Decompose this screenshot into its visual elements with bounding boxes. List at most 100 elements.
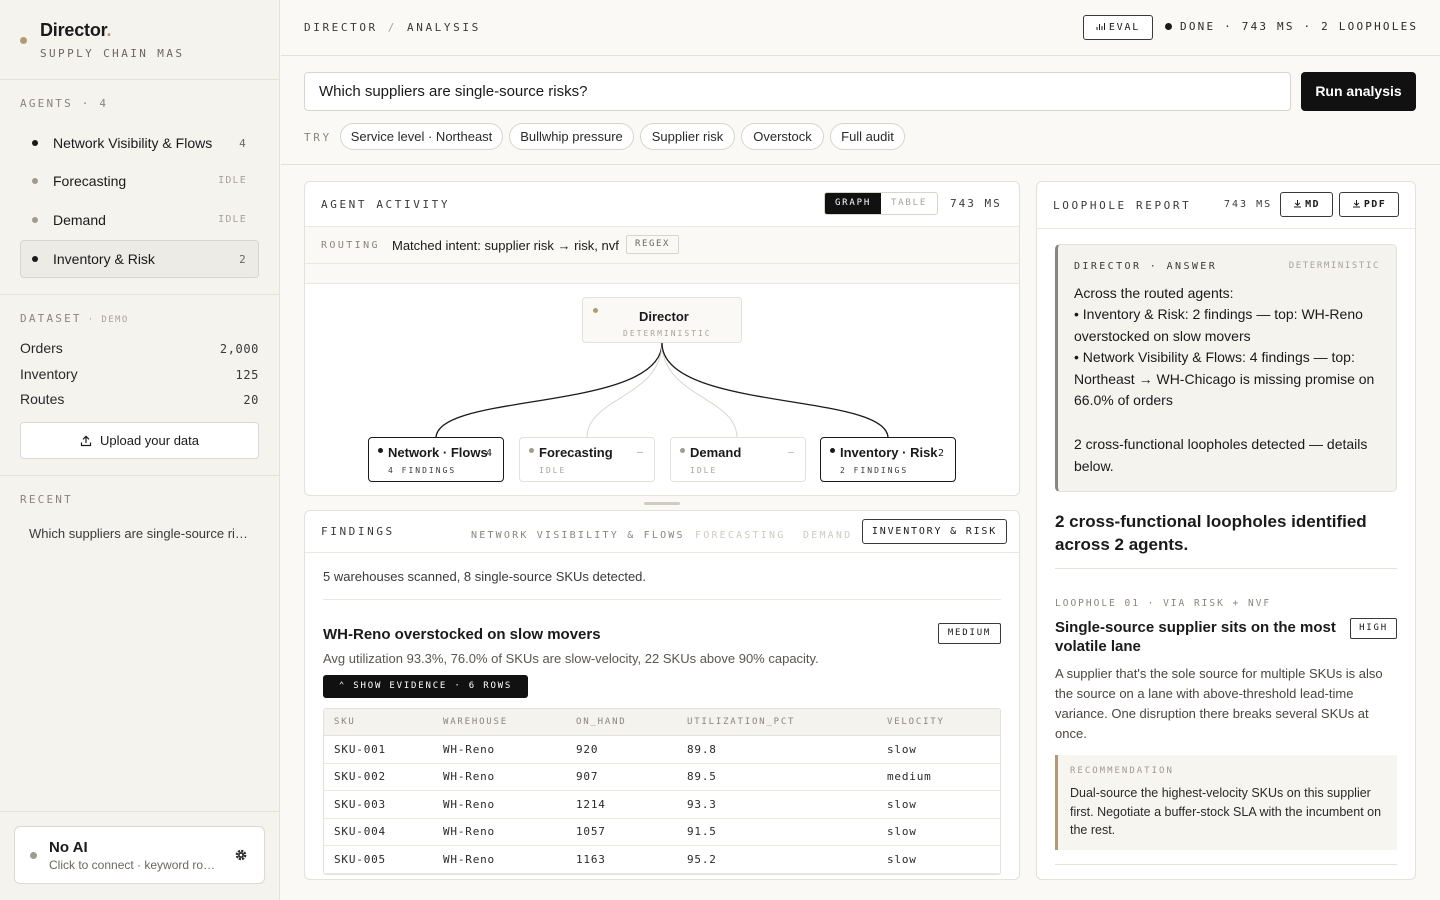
tab-demand[interactable]: DEMAND	[803, 530, 852, 541]
answer-label: DIRECTOR · ANSWER	[1074, 261, 1218, 272]
recent-query-item[interactable]: Which suppliers are single-source risks?	[29, 526, 251, 541]
tab-inventory-risk[interactable]: INVENTORY & RISK	[862, 519, 1007, 544]
report-separator	[1055, 864, 1397, 865]
sidebar-divider	[0, 811, 280, 812]
run-analysis-button[interactable]: Run analysis	[1301, 72, 1416, 111]
evidence-table: SKU WAREHOUSE ON_HAND UTILIZATION_PCT VE…	[323, 708, 1001, 875]
recent-label: RECENT	[20, 493, 73, 506]
sidebar-item-demand[interactable]: Demand IDLE	[20, 201, 259, 239]
sidebar-item-forecasting[interactable]: Forecasting IDLE	[20, 162, 259, 200]
column-header[interactable]: SKU	[324, 709, 433, 736]
ai-status-dot	[30, 852, 37, 859]
graph-node-demand[interactable]: Demand – IDLE	[670, 437, 806, 482]
node-dot	[593, 308, 598, 313]
sidebar-item-inventory-risk[interactable]: Inventory & Risk 2	[20, 240, 259, 278]
edge-inventory	[661, 342, 889, 439]
graph-node-network-flows[interactable]: Network · Flows 4 4 FINDINGS	[368, 437, 504, 482]
sidebar-divider	[0, 294, 280, 295]
suggestion-chip[interactable]: Supplier risk	[640, 123, 735, 150]
download-icon	[1294, 200, 1302, 208]
panel-title: FINDINGS	[321, 525, 395, 538]
recommendation-text: Dual-source the highest-velocity SKUs on…	[1070, 786, 1382, 837]
query-divider	[281, 164, 1440, 165]
edge-forecasting	[586, 342, 663, 439]
breadcrumb: DIRECTOR / ANALYSIS	[304, 21, 481, 34]
run-status: DONE · 743 MS · 2 LOOPHOLES	[1165, 20, 1418, 33]
agent-count: 2	[239, 253, 247, 266]
node-dot	[529, 448, 534, 453]
node-dot	[378, 448, 383, 453]
director-answer-card: DIRECTOR · ANSWER DETERMINISTIC Across t…	[1055, 244, 1397, 492]
resize-handle[interactable]	[644, 502, 680, 505]
ai-status-subtitle: Click to connect · keyword routing	[49, 858, 221, 872]
answer-tag: DETERMINISTIC	[1288, 261, 1380, 271]
suggestion-chip[interactable]: Service level · Northeast	[340, 123, 503, 150]
download-icon	[1352, 200, 1360, 208]
report-separator	[1055, 568, 1397, 569]
upload-data-button[interactable]: Upload your data	[20, 422, 259, 459]
breadcrumb-current: ANALYSIS	[407, 21, 481, 34]
column-header[interactable]: WAREHOUSE	[433, 709, 566, 736]
eval-button[interactable]: EVAL	[1083, 15, 1153, 40]
topbar: DIRECTOR / ANALYSIS EVAL DONE · 743 MS · 2…	[281, 0, 1440, 56]
tab-network-visibility[interactable]: NETWORK VISIBILITY & FLOWS	[471, 530, 685, 541]
gear-icon[interactable]	[234, 848, 248, 862]
ai-connect-card[interactable]: No AI Click to connect · keyword routing	[14, 826, 265, 884]
query-input[interactable]: Which suppliers are single-source risks?	[304, 72, 1291, 111]
sidebar-divider	[0, 79, 280, 80]
edge-demand	[661, 342, 738, 439]
sidebar: Director. SUPPLY CHAIN MAS AGENTS · 4 Ne…	[0, 0, 280, 900]
suggestion-chip[interactable]: Full audit	[830, 123, 905, 150]
loophole-report-panel: LOOPHOLE REPORT 743 MS MD PDF DIRECTOR ·…	[1036, 181, 1416, 880]
ai-status-title: No AI	[49, 839, 88, 856]
status-dot	[32, 140, 38, 146]
try-label: TRY	[304, 131, 332, 144]
finding-title: WH-Reno overstocked on slow movers	[323, 626, 601, 643]
tab-forecasting[interactable]: FORECASTING	[695, 530, 785, 541]
report-heading: 2 cross-functional loopholes identified …	[1055, 512, 1367, 554]
app-title: Director.	[40, 20, 112, 40]
elapsed-time: 743 MS	[1224, 199, 1273, 210]
answer-line: 2 cross-functional loopholes detected — …	[1074, 436, 1368, 474]
status-dot	[1165, 23, 1172, 30]
loophole-title: Single-source supplier sits on the most …	[1055, 619, 1336, 655]
graph-node-forecasting[interactable]: Forecasting – IDLE	[519, 437, 655, 482]
agent-name: Inventory & Risk	[53, 251, 155, 267]
severity-badge: HIGH	[1350, 618, 1397, 639]
status-dot	[32, 217, 38, 223]
answer-line: • Network Visibility & Flows: 4 findings…	[1074, 349, 1375, 408]
answer-line: • Inventory & Risk: 2 findings — top: WH…	[1074, 306, 1363, 344]
table-row: SKU-002 WH-Reno 907 89.5 medium	[324, 764, 1000, 791]
app-subtitle: SUPPLY CHAIN MAS	[40, 47, 185, 60]
panel-title: LOOPHOLE REPORT	[1053, 199, 1192, 212]
recommendation-label: RECOMMENDATION	[1070, 766, 1174, 776]
dataset-label: DATASET · DEMO	[20, 312, 129, 325]
dataset-row-routes: Routes 20	[20, 391, 259, 407]
agent-name: Forecasting	[53, 173, 127, 189]
column-header[interactable]: VELOCITY	[877, 709, 1000, 736]
upload-icon	[80, 435, 92, 447]
node-dot	[830, 448, 835, 453]
agent-count: 4	[239, 137, 247, 150]
recommendation-box: RECOMMENDATION Dual-source the highest-v…	[1055, 755, 1397, 850]
table-row: SKU-004 WH-Reno 1057 91.5 slow	[324, 819, 1000, 846]
download-pdf-button[interactable]: PDF	[1339, 192, 1399, 217]
table-row: SKU-003 WH-Reno 1214 93.3 slow	[324, 791, 1000, 819]
download-md-button[interactable]: MD	[1280, 192, 1333, 217]
table-row: SKU-001 WH-Reno 920 89.8 slow	[324, 736, 1000, 764]
show-evidence-button[interactable]: ⌃ SHOW EVIDENCE · 6 ROWS	[323, 675, 528, 698]
graph-node-inventory-risk[interactable]: Inventory · Risk 2 2 FINDINGS	[820, 437, 956, 482]
suggestion-chip[interactable]: Overstock	[741, 123, 824, 150]
suggestion-chip[interactable]: Bullwhip pressure	[509, 123, 634, 150]
sidebar-item-network-visibility[interactable]: Network Visibility & Flows 4	[20, 124, 259, 162]
table-row: SKU-005 WH-Reno 1163 95.2 slow	[324, 846, 1000, 874]
bar-chart-icon	[1096, 23, 1105, 30]
column-header[interactable]: ON_HAND	[566, 709, 677, 736]
finding-description: Avg utilization 93.3%, 76.0% of SKUs are…	[323, 651, 819, 666]
graph-node-director[interactable]: Director DETERMINISTIC	[582, 297, 742, 343]
column-header[interactable]: UTILIZATION_PCT	[677, 709, 877, 736]
agent-count: IDLE	[218, 214, 247, 225]
breadcrumb-root[interactable]: DIRECTOR	[304, 21, 378, 34]
agent-name: Demand	[53, 212, 106, 228]
findings-panel: FINDINGS NETWORK VISIBILITY & FLOWS FORE…	[304, 510, 1020, 880]
